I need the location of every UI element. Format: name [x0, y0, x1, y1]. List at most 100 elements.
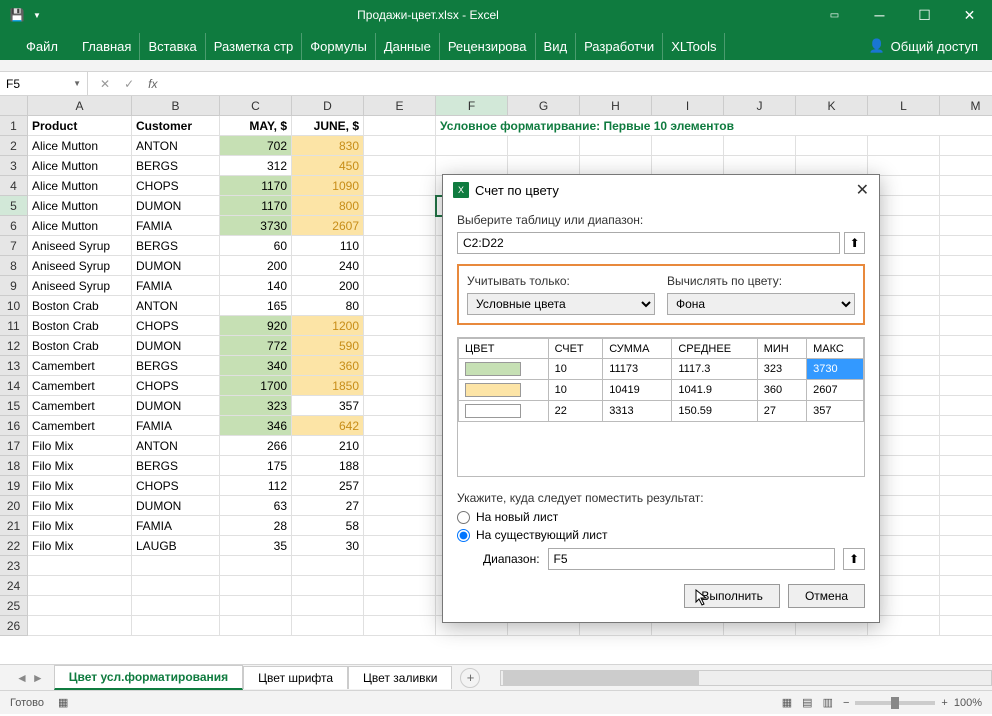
cell[interactable]: 210: [292, 436, 364, 456]
cell[interactable]: Filo Mix: [28, 536, 132, 556]
cell[interactable]: MAY, $: [220, 116, 292, 136]
cell[interactable]: 35: [220, 536, 292, 556]
cell[interactable]: Alice Mutton: [28, 136, 132, 156]
cell[interactable]: Aniseed Syrup: [28, 236, 132, 256]
cell[interactable]: 312: [220, 156, 292, 176]
ribbon-tab[interactable]: XLTools: [663, 33, 725, 60]
cell[interactable]: [28, 596, 132, 616]
cell[interactable]: [364, 436, 436, 456]
cell[interactable]: [364, 556, 436, 576]
cell[interactable]: [940, 496, 992, 516]
column-header[interactable]: K: [796, 96, 868, 116]
cell[interactable]: [940, 516, 992, 536]
cell[interactable]: [940, 576, 992, 596]
cell[interactable]: 1200: [292, 316, 364, 336]
ribbon-options-icon[interactable]: ▭: [812, 0, 857, 30]
cell[interactable]: Product: [28, 116, 132, 136]
sheet-tab[interactable]: Цвет шрифта: [243, 666, 348, 689]
cell[interactable]: Boston Crab: [28, 296, 132, 316]
cell[interactable]: 200: [292, 276, 364, 296]
row-header[interactable]: 17: [0, 436, 28, 456]
add-sheet-button[interactable]: +: [460, 668, 480, 688]
share-button[interactable]: 👤 Общий доступ: [854, 32, 992, 60]
cell[interactable]: 110: [292, 236, 364, 256]
cell[interactable]: [940, 216, 992, 236]
formula-input[interactable]: [169, 72, 992, 95]
cell[interactable]: [940, 136, 992, 156]
zoom-slider[interactable]: [855, 701, 935, 705]
cell[interactable]: [364, 376, 436, 396]
cell[interactable]: Alice Mutton: [28, 176, 132, 196]
cell[interactable]: [940, 436, 992, 456]
cell[interactable]: [364, 116, 436, 136]
column-header[interactable]: H: [580, 96, 652, 116]
column-header[interactable]: D: [292, 96, 364, 116]
column-header[interactable]: G: [508, 96, 580, 116]
row-header[interactable]: 23: [0, 556, 28, 576]
cell[interactable]: [364, 576, 436, 596]
cell[interactable]: [652, 136, 724, 156]
cell[interactable]: [940, 556, 992, 576]
cell[interactable]: DUMON: [132, 336, 220, 356]
cell[interactable]: [940, 236, 992, 256]
cell[interactable]: Alice Mutton: [28, 196, 132, 216]
sheet-tab[interactable]: Цвет заливки: [348, 666, 452, 689]
cell[interactable]: [364, 516, 436, 536]
dialog-close-button[interactable]: ✕: [856, 180, 869, 200]
cell[interactable]: [796, 156, 868, 176]
cell[interactable]: 63: [220, 496, 292, 516]
cell[interactable]: 80: [292, 296, 364, 316]
cell[interactable]: [132, 596, 220, 616]
cell[interactable]: 702: [220, 136, 292, 156]
close-button[interactable]: ✕: [947, 0, 992, 30]
cell[interactable]: [220, 576, 292, 596]
cell[interactable]: 2607: [292, 216, 364, 236]
cell[interactable]: [28, 616, 132, 636]
cell[interactable]: Filo Mix: [28, 516, 132, 536]
cell[interactable]: 323: [220, 396, 292, 416]
cell[interactable]: Camembert: [28, 396, 132, 416]
cell[interactable]: 1850: [292, 376, 364, 396]
cell[interactable]: JUNE, $: [292, 116, 364, 136]
cell[interactable]: [364, 176, 436, 196]
row-header[interactable]: 13: [0, 356, 28, 376]
ribbon-tab[interactable]: Вставка: [140, 33, 205, 60]
cell[interactable]: BERGS: [132, 456, 220, 476]
cell[interactable]: [940, 376, 992, 396]
cell[interactable]: 340: [220, 356, 292, 376]
row-header[interactable]: 5: [0, 196, 28, 216]
cell[interactable]: 450: [292, 156, 364, 176]
qat-dropdown-icon[interactable]: ▼: [30, 8, 44, 22]
source-range-input[interactable]: [457, 232, 840, 254]
row-header[interactable]: 24: [0, 576, 28, 596]
cell[interactable]: 175: [220, 456, 292, 476]
cell[interactable]: [292, 596, 364, 616]
cell[interactable]: [364, 216, 436, 236]
cell[interactable]: [220, 556, 292, 576]
cell[interactable]: Alice Mutton: [28, 216, 132, 236]
cell[interactable]: [364, 336, 436, 356]
ribbon-tab[interactable]: Рецензирова: [440, 33, 536, 60]
sheet-nav-prev-icon[interactable]: ◄: [16, 671, 28, 685]
cell[interactable]: 1090: [292, 176, 364, 196]
ribbon-tab[interactable]: Разметка стр: [206, 33, 302, 60]
column-header[interactable]: J: [724, 96, 796, 116]
cell[interactable]: CHOPS: [132, 476, 220, 496]
view-break-icon[interactable]: ▥: [823, 696, 833, 709]
cell[interactable]: [940, 316, 992, 336]
view-page-icon[interactable]: ▤: [802, 696, 812, 709]
cell[interactable]: 266: [220, 436, 292, 456]
table-row[interactable]: 10 10419 1041.9 360 2607: [459, 380, 864, 401]
cell[interactable]: [796, 136, 868, 156]
row-header[interactable]: 20: [0, 496, 28, 516]
cell[interactable]: [940, 276, 992, 296]
macro-record-icon[interactable]: ▦: [58, 696, 68, 709]
row-header[interactable]: 4: [0, 176, 28, 196]
output-range-picker-button[interactable]: ⬆: [843, 548, 865, 570]
execute-button[interactable]: Выполнить: [684, 584, 780, 608]
cell[interactable]: [940, 176, 992, 196]
cell[interactable]: DUMON: [132, 496, 220, 516]
cell[interactable]: [436, 156, 508, 176]
cell[interactable]: [364, 456, 436, 476]
cell[interactable]: [364, 616, 436, 636]
